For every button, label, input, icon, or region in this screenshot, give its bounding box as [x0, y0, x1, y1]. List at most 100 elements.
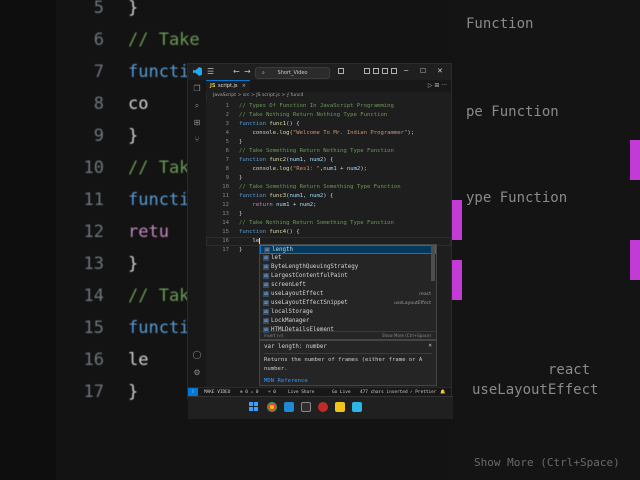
- vscode-taskbar-icon[interactable]: [284, 402, 294, 412]
- line-number: 8: [225, 166, 229, 172]
- background-line: 6 // Take: [0, 24, 640, 56]
- code-line[interactable]: 15 function func4() {: [206, 228, 451, 237]
- vscode-logo-icon: [193, 67, 202, 76]
- background-line-number: 9: [93, 126, 104, 146]
- code-text: function func2(num1, num2) {: [239, 156, 333, 165]
- code-token: num2: [299, 202, 314, 208]
- line-number: 14: [222, 220, 229, 226]
- source-control-icon[interactable]: ⑂: [192, 135, 202, 145]
- account-icon[interactable]: ◯: [192, 350, 202, 360]
- suggest-scrollbar[interactable]: [431, 245, 435, 281]
- suggestion-item[interactable]: ab localStorage: [260, 308, 436, 317]
- suggestion-kind-icon: ab: [264, 247, 270, 253]
- code-token: num1: [323, 166, 337, 172]
- suggestion-item[interactable]: ab LargestContentfulPaint: [260, 272, 436, 281]
- code-token: ;: [313, 202, 317, 208]
- line-number: 1: [225, 103, 229, 109]
- suggestion-label: localStorage: [271, 309, 313, 315]
- code-line[interactable]: 4 console.log("Welcome To Mr. Indian Pro…: [206, 129, 451, 138]
- suggest-widget[interactable]: ab length ab let ab ByteLengthQueuingStrategy…: [259, 244, 437, 340]
- code-line[interactable]: 2 // Take Nothing Return Nothing Type Fun…: [206, 111, 451, 120]
- obs-icon[interactable]: [318, 402, 328, 412]
- search-icon[interactable]: ⌕: [192, 101, 202, 111]
- code-text: }: [239, 138, 242, 147]
- copilot-icon[interactable]: [338, 68, 344, 74]
- code-line[interactable]: 6 // Take Something Return Nothing Type F…: [206, 147, 451, 156]
- code-line[interactable]: 5}: [206, 138, 451, 147]
- back-arrow-icon[interactable]: ←: [233, 67, 240, 76]
- suggestion-label: LargestContentfulPaint: [271, 273, 348, 279]
- code-token: }: [239, 175, 243, 181]
- background-line-number: 10: [83, 158, 104, 178]
- suggestion-item[interactable]: ab useLayoutEffect react: [260, 290, 436, 299]
- windows-start-icon[interactable]: [249, 402, 259, 412]
- editor-actions[interactable]: ▷ ⊞ ···: [428, 82, 447, 90]
- show-more-link[interactable]: Show More (Ctrl+Space): [382, 332, 431, 339]
- suggestion-label: screenLeft: [271, 282, 306, 288]
- gear-icon[interactable]: ⚙: [192, 368, 202, 378]
- layout-panel-icon[interactable]: [373, 68, 379, 74]
- code-line[interactable]: 12 return num1 + num2;: [206, 201, 451, 210]
- background-text: pe Function: [466, 104, 559, 120]
- code-line[interactable]: 3 function func1() {: [206, 120, 451, 129]
- code-line[interactable]: 7 function func2(num1, num2) {: [206, 156, 451, 165]
- layout-sidebar-icon[interactable]: [364, 68, 370, 74]
- code-token: }: [239, 211, 243, 217]
- suggestion-kind-icon: ab: [263, 318, 269, 324]
- minimize-button[interactable]: ─: [404, 66, 408, 76]
- code-token: log: [279, 130, 290, 136]
- tab-close-icon[interactable]: ×: [242, 81, 246, 92]
- extensions-icon[interactable]: ⊞: [192, 118, 202, 128]
- file-explorer-icon[interactable]: [335, 402, 345, 412]
- background-line-number: 12: [83, 222, 104, 242]
- maximize-button[interactable]: ☐: [420, 66, 426, 76]
- suggestion-item[interactable]: ab LockManager: [260, 317, 436, 326]
- divider: [264, 353, 432, 354]
- customize-layout-icon[interactable]: [391, 68, 397, 74]
- layout-secondary-icon[interactable]: [382, 68, 388, 74]
- background-code: retu: [128, 222, 169, 242]
- explorer-icon[interactable]: ❐: [192, 84, 202, 94]
- breadcrumb[interactable]: JavaScript > src > JS script.js > ⨍ func…: [206, 92, 451, 100]
- code-token: // Take Nothing Return Nothing Type Func…: [239, 112, 388, 118]
- code-line[interactable]: 11 function func3(num1, num2) {: [206, 192, 451, 201]
- code-line[interactable]: 1 // Types Of Function In JavaScript Prog…: [206, 102, 451, 111]
- code-line[interactable]: 13}: [206, 210, 451, 219]
- suggestion-item[interactable]: ab length: [260, 245, 436, 254]
- menu-icon[interactable]: ☰: [207, 67, 214, 76]
- line-number: 10: [222, 184, 229, 190]
- code-text: console.log("Welcome To Mr. Indian Progr…: [239, 129, 414, 138]
- code-line[interactable]: 8 console.log("Res1: ",num1 + num2);: [206, 165, 451, 174]
- code-line[interactable]: 14 // Take Nothing Return Something Type …: [206, 219, 451, 228]
- suggestion-item[interactable]: ab useLayoutEffectSnippet useLayoutEffect: [260, 299, 436, 308]
- chrome-icon[interactable]: [267, 402, 277, 412]
- notepad-icon[interactable]: [352, 402, 362, 412]
- code-text: }: [239, 174, 242, 183]
- background-stripe: [630, 240, 640, 280]
- forward-arrow-icon[interactable]: →: [244, 67, 251, 76]
- background-line-number: 7: [93, 62, 104, 82]
- javascript-file-icon: JS: [210, 83, 216, 89]
- terminal-icon[interactable]: [301, 402, 311, 412]
- command-center-search[interactable]: ⌕ Short_Video: [255, 67, 330, 79]
- background-code: }: [128, 382, 139, 402]
- code-token: function: [239, 157, 270, 163]
- tab-script-js[interactable]: JS script.js ×: [206, 80, 250, 92]
- suggestion-item[interactable]: ab screenLeft: [260, 281, 436, 290]
- suggestion-item[interactable]: ab let: [260, 254, 436, 263]
- code-text: }: [239, 246, 242, 255]
- suggest-details: var length: number × Returns the number …: [259, 340, 437, 386]
- mdn-reference-link[interactable]: MDN Reference: [264, 378, 308, 384]
- suggestion-item[interactable]: ab ByteLengthQueuingStrategy: [260, 263, 436, 272]
- code-line[interactable]: 9}: [206, 174, 451, 183]
- background-line-number: 11: [83, 190, 104, 210]
- code-line[interactable]: 10 // Take Something Return Something Typ…: [206, 183, 451, 192]
- code-token: }: [239, 247, 243, 253]
- code-token: () {: [286, 121, 300, 127]
- details-close-icon[interactable]: ×: [428, 342, 432, 349]
- suggestion-label: useLayoutEffect: [271, 291, 324, 297]
- background-text: Show More (Ctrl+Space): [474, 456, 620, 469]
- tab-bar: JS script.js × ▷ ⊞ ···: [206, 80, 451, 92]
- line-number: 13: [222, 211, 229, 217]
- close-button[interactable]: ✕: [437, 66, 443, 76]
